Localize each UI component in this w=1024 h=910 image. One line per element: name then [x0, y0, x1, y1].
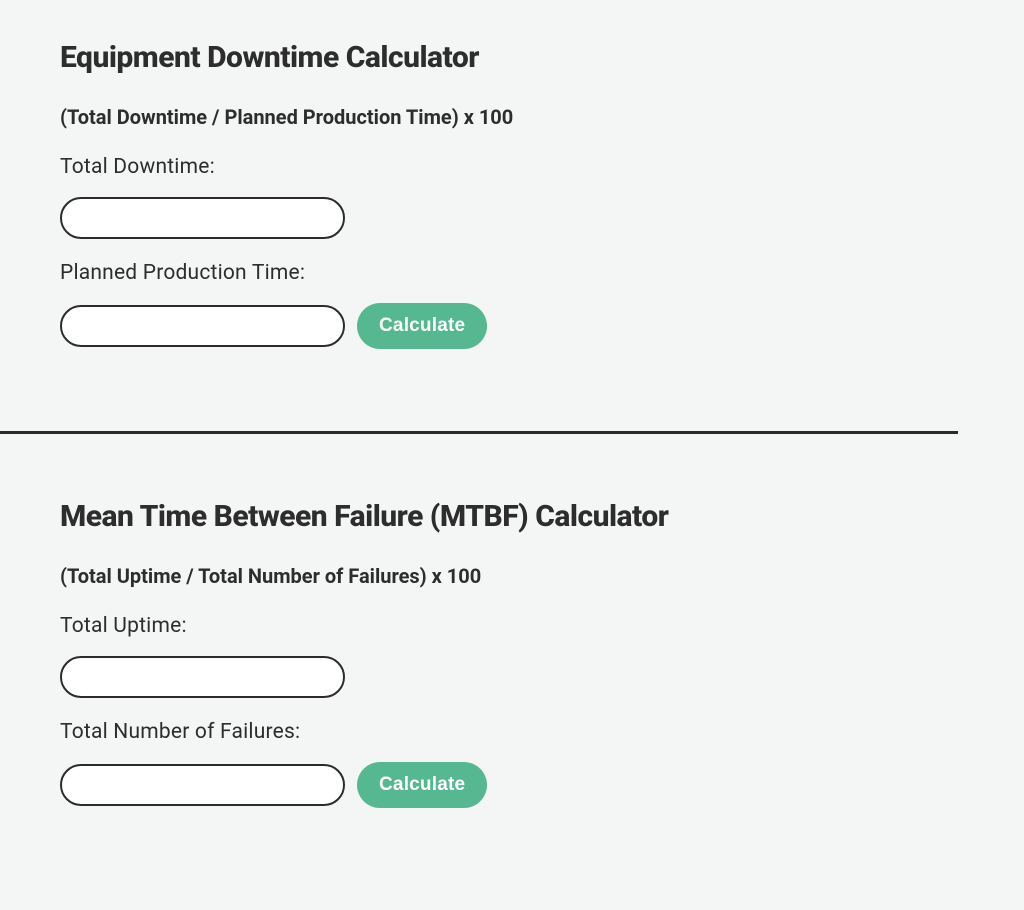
total-uptime-input[interactable] [60, 656, 345, 698]
total-uptime-label: Total Uptime: [60, 614, 964, 638]
planned-production-label: Planned Production Time: [60, 261, 964, 285]
total-uptime-group: Total Uptime: [60, 614, 964, 698]
downtime-calculate-button[interactable]: Calculate [357, 303, 487, 349]
total-downtime-input[interactable] [60, 197, 345, 239]
mtbf-title: Mean Time Between Failure (MTBF) Calcula… [60, 499, 964, 534]
mtbf-calculate-button[interactable]: Calculate [357, 762, 487, 808]
total-downtime-group: Total Downtime: [60, 155, 964, 239]
planned-production-input[interactable] [60, 305, 345, 347]
total-failures-input[interactable] [60, 764, 345, 806]
downtime-formula: (Total Downtime / Planned Production Tim… [60, 105, 964, 129]
downtime-calculator-section: Equipment Downtime Calculator (Total Dow… [60, 40, 964, 391]
total-failures-label: Total Number of Failures: [60, 720, 964, 744]
planned-production-group: Planned Production Time: Calculate [60, 261, 964, 349]
downtime-title: Equipment Downtime Calculator [60, 40, 964, 75]
total-downtime-label: Total Downtime: [60, 155, 964, 179]
total-failures-group: Total Number of Failures: Calculate [60, 720, 964, 808]
mtbf-formula: (Total Uptime / Total Number of Failures… [60, 564, 964, 588]
section-divider [0, 431, 958, 434]
mtbf-calculator-section: Mean Time Between Failure (MTBF) Calcula… [60, 499, 964, 850]
